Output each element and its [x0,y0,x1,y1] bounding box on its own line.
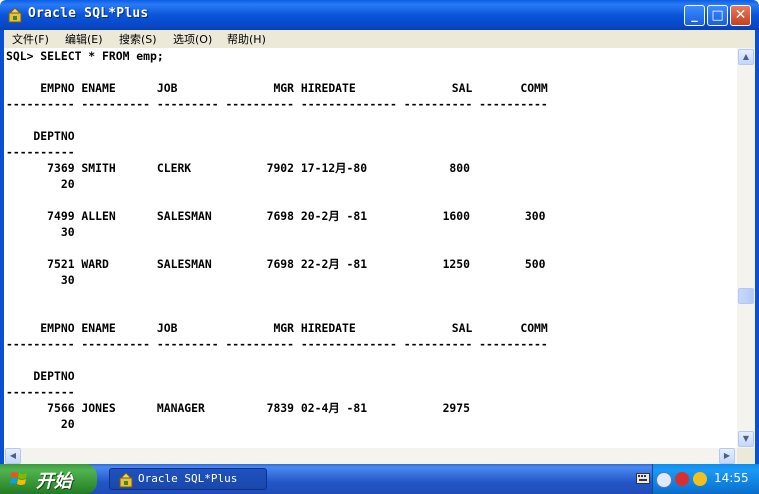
minimize-button[interactable]: _ [684,5,705,26]
keyboard-icon[interactable] [636,473,650,484]
scroll-left-icon[interactable]: ◀ [5,448,21,464]
window-title: Oracle SQL*Plus [28,6,149,21]
tray-expand-icon[interactable] [656,472,672,488]
taskbar-item-sqlplus[interactable]: Oracle SQL*Plus [109,468,267,490]
console-line: 7566 JONES MANAGER 7839 02-4月 -81 2975 [6,401,471,415]
sqlplus-app-icon [8,7,22,23]
menu-help[interactable]: 帮助(H) [227,31,266,47]
sqlplus-task-icon [119,472,133,488]
scroll-right-icon[interactable]: ▶ [719,448,735,464]
maximize-button[interactable]: □ [707,5,728,26]
console-text: SQL> SELECT * FROM emp; EMPNO ENAME JOB … [6,48,548,448]
horizontal-scrollbar[interactable]: ◀ ▶ [4,448,737,464]
console-line: EMPNO ENAME JOB MGR HIREDATE SAL COMM [6,321,548,335]
start-button[interactable]: 开始 [0,464,97,494]
console-line: SQL> SELECT * FROM emp; [6,49,164,63]
taskbar-item-label: Oracle SQL*Plus [138,472,238,485]
menu-options[interactable]: 选项(O) [173,31,212,47]
title-bar[interactable]: Oracle SQL*Plus _ □ ✕ [0,0,759,30]
scroll-down-icon[interactable]: ▼ [738,431,754,447]
console-line: DEPTNO [6,369,75,383]
console-line: 7369 SMITH CLERK 7902 17-12月-80 800 [6,161,471,175]
clock: 14:55 [714,471,749,485]
console-line: 7499 ALLEN SALESMAN 7698 20-2月 -81 1600 … [6,209,546,223]
scroll-up-icon[interactable]: ▲ [738,49,754,65]
menu-bar: 文件(F) 编辑(E) 搜索(S) 选项(O) 帮助(H) [0,30,759,48]
console-line: ---------- ---------- --------- --------… [6,337,548,351]
vertical-scroll-thumb[interactable] [738,288,754,304]
console-line: 20 [6,417,75,431]
taskbar: 开始 Oracle SQL*Plus 14:55 [0,464,759,494]
console-output[interactable]: SQL> SELECT * FROM emp; EMPNO ENAME JOB … [4,48,737,448]
security-shield-icon[interactable] [675,472,689,486]
system-tray: 14:55 [652,464,759,494]
menu-edit[interactable]: 编辑(E) [65,31,103,47]
console-line: 20 [6,177,75,191]
window-frame-right [755,30,759,464]
console-line: 7521 WARD SALESMAN 7698 22-2月 -81 1250 5… [6,257,546,271]
windows-logo-icon [10,472,27,485]
security-alert-icon[interactable] [693,472,707,486]
console-line: 30 [6,273,75,287]
console-line: ---------- ---------- --------- --------… [6,97,548,111]
console-line: ---------- [6,385,75,399]
close-button[interactable]: ✕ [730,5,751,26]
menu-file[interactable]: 文件(F) [12,31,49,47]
console-line: 30 [6,225,75,239]
console-line: EMPNO ENAME JOB MGR HIREDATE SAL COMM [6,81,548,95]
vertical-scrollbar[interactable]: ▲ ▼ [737,48,755,448]
console-line: ---------- [6,145,75,159]
scrollbar-corner [737,448,755,464]
console-line: DEPTNO [6,129,75,143]
start-label: 开始 [36,471,72,492]
menu-search[interactable]: 搜索(S) [119,31,157,47]
